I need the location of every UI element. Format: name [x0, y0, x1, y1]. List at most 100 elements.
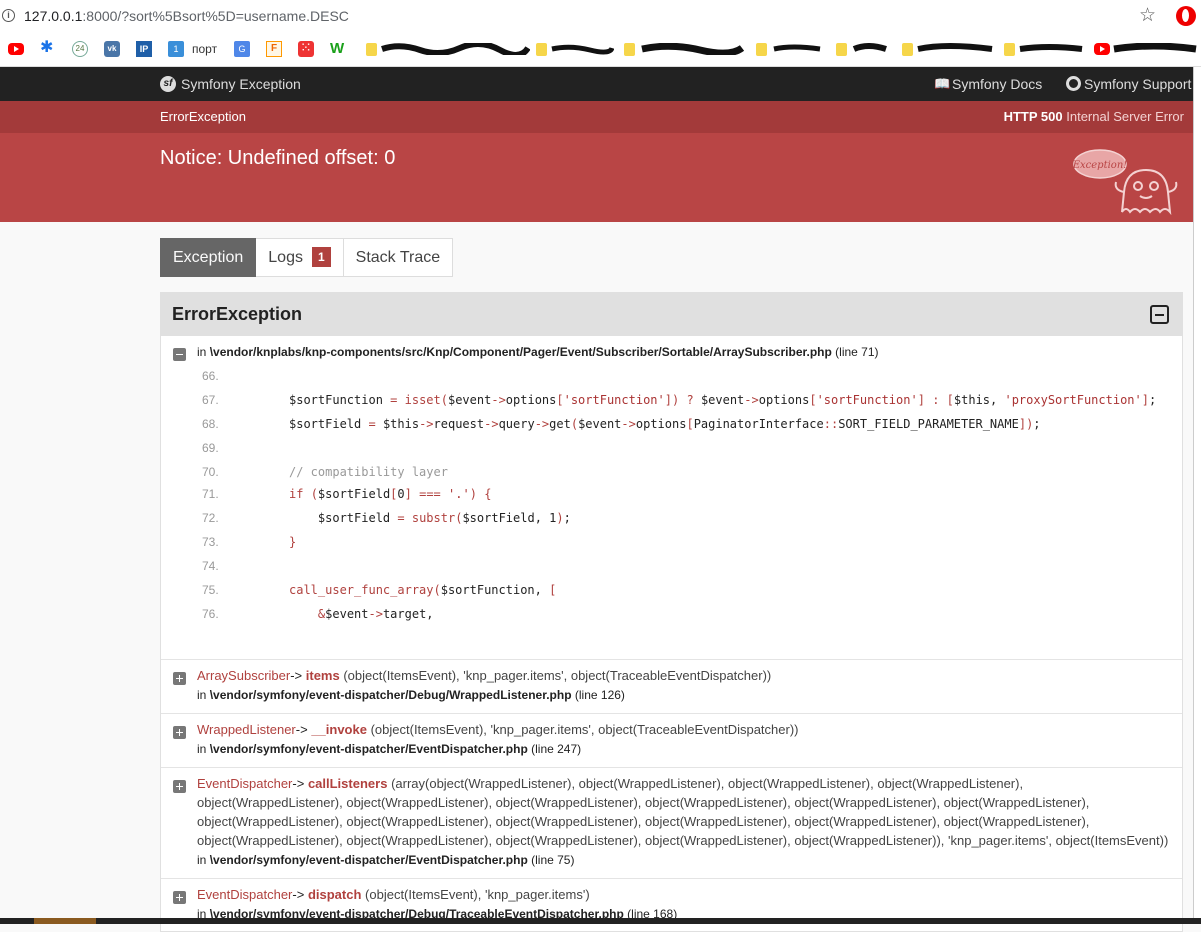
line-number: 73.: [202, 535, 219, 549]
book-icon[interactable]: 📖: [934, 76, 950, 92]
lifebuoy-icon[interactable]: [1066, 76, 1081, 91]
tab-logs-label: Logs: [268, 249, 303, 266]
trace-class: WrappedListener: [197, 722, 296, 737]
trace-function: __invoke: [311, 722, 367, 737]
panel-header: ErrorException: [161, 293, 1182, 336]
exception-panel: ErrorException in \vendor/knplabs/knp-co…: [160, 292, 1183, 932]
youtube-icon[interactable]: [8, 43, 24, 55]
line-number: 75.: [202, 583, 219, 597]
folder-icon[interactable]: [1004, 43, 1015, 56]
trace-class: EventDispatcher: [197, 776, 293, 791]
trace-file: \vendor/symfony/event-dispatcher/EventDi…: [209, 853, 528, 867]
line-number: 67.: [202, 393, 219, 407]
trace-file: \vendor/symfony/event-dispatcher/EventDi…: [209, 742, 528, 756]
trace-call: ArraySubscriber-> items (object(ItemsEve…: [197, 668, 772, 702]
ghost-label: Exception!: [1072, 160, 1128, 171]
header-title: Symfony Exception: [181, 76, 301, 92]
line-number: 71.: [202, 487, 219, 501]
f-icon[interactable]: F: [266, 41, 282, 57]
trace-item: EventDispatcher-> callListeners (array(o…: [161, 767, 1182, 879]
code-text: $sortField = $this->request->query->get(…: [289, 417, 1041, 431]
redacted-scribble: [852, 43, 887, 52]
redacted-scribble: [551, 44, 614, 55]
dice-icon[interactable]: [298, 39, 314, 57]
info-icon[interactable]: i: [2, 9, 15, 22]
scrollbar-track[interactable]: [1193, 67, 1201, 924]
url-host: 127.0.0.1: [24, 8, 83, 24]
trace-call: WrappedListener-> __invoke (object(Items…: [197, 722, 799, 756]
url-text[interactable]: 127.0.0.1:8000/?sort%5Bsort%5D=username.…: [24, 8, 349, 24]
folder-icon[interactable]: [366, 43, 377, 56]
ip-icon[interactable]: IP: [136, 41, 152, 57]
trace-function: callListeners: [307, 776, 388, 791]
folder-icon[interactable]: [624, 43, 635, 56]
exception-class: ErrorException: [160, 109, 246, 124]
w-icon[interactable]: W: [330, 41, 346, 57]
trace-item: ArraySubscriber-> items (object(ItemsEve…: [161, 659, 1182, 714]
expand-toggle-icon[interactable]: [173, 672, 186, 685]
code-text: if ($sortField[0] === '.') {: [289, 487, 492, 501]
trace-function: items: [305, 668, 340, 683]
folder-icon[interactable]: [536, 43, 547, 56]
taskbar-item[interactable]: [34, 918, 96, 924]
trace-line: (line 126): [574, 688, 625, 702]
vk-icon[interactable]: vk: [104, 41, 120, 57]
code-text: // compatibility layer: [289, 465, 448, 479]
bookmarks-bar: ✱ 24 vk IP 1 порт G F W: [0, 33, 1201, 67]
trace-file: \vendor/symfony/event-dispatcher/Debug/W…: [209, 688, 572, 702]
folder-icon[interactable]: [902, 43, 913, 56]
expand-toggle-icon[interactable]: [173, 891, 186, 904]
folder-icon[interactable]: [836, 43, 847, 56]
trace-class: EventDispatcher: [197, 887, 293, 902]
redacted-scribble: [917, 43, 993, 52]
exception-ghost-icon: Exception!: [1072, 149, 1178, 216]
trace-args: (object(ItemsEvent), 'knp_pager.items', …: [370, 722, 799, 737]
trace-location: in \vendor/symfony/event-dispatcher/Debu…: [197, 688, 625, 702]
url-path: :8000/?sort%5Bsort%5D=username.DESC: [82, 8, 349, 24]
line-number: 72.: [202, 511, 219, 525]
line-number: 68.: [202, 417, 219, 431]
line-number: 74.: [202, 559, 219, 573]
trace-file: \vendor/knplabs/knp-components/src/Knp/C…: [209, 345, 832, 359]
symfony-support-link[interactable]: Symfony Support: [1084, 76, 1191, 92]
panel-title: ErrorException: [172, 304, 303, 324]
expand-toggle-icon[interactable]: [173, 780, 186, 793]
code-text: $sortFunction = isset($event->options['s…: [289, 393, 1157, 407]
tab-exception[interactable]: Exception: [160, 238, 257, 277]
trace-call: EventDispatcher-> callListeners (array(o…: [197, 776, 1169, 867]
trace-function: dispatch: [307, 887, 362, 902]
code-text: $sortField = substr($sortField, 1);: [317, 511, 571, 525]
status-text: Internal Server Error: [1066, 109, 1184, 124]
expand-toggle-icon[interactable]: [173, 726, 186, 739]
code-text: call_user_func_array($sortFunction, [: [289, 583, 557, 597]
trace-item-expanded: in \vendor/knplabs/knp-components/src/Kn…: [161, 336, 1182, 660]
tab-logs[interactable]: Logs 1: [256, 238, 344, 277]
collapse-all-button[interactable]: [1150, 305, 1169, 324]
trace-location: in \vendor/symfony/event-dispatcher/Even…: [197, 742, 582, 756]
status-code: HTTP 500: [1003, 109, 1063, 124]
symfony-docs-link[interactable]: Symfony Docs: [952, 76, 1042, 92]
browser-address-bar[interactable]: i 127.0.0.1:8000/?sort%5Bsort%5D=usernam…: [0, 0, 1201, 34]
bookmark-1-icon[interactable]: 1: [168, 41, 184, 57]
trace-args: (object(ItemsEvent), 'knp_pager.items', …: [343, 668, 772, 683]
error-message: Notice: Undefined offset: 0: [160, 147, 396, 169]
error-summary-bar: ErrorException HTTP 500 Internal Server …: [0, 101, 1193, 133]
bookmark-star-icon[interactable]: ☆: [1139, 4, 1156, 27]
tab-stack-trace[interactable]: Stack Trace: [343, 238, 454, 277]
collapse-toggle-icon[interactable]: [173, 348, 186, 361]
bookmark-port-label[interactable]: порт: [192, 42, 217, 56]
clock-24-icon[interactable]: 24: [72, 41, 88, 57]
opera-icon[interactable]: [1176, 6, 1196, 26]
http-status: HTTP 500 Internal Server Error: [1004, 109, 1184, 124]
youtube-icon[interactable]: [1094, 43, 1110, 55]
line-number: 76.: [202, 607, 219, 621]
star-bookmark-icon[interactable]: ✱: [40, 40, 56, 56]
trace-args: (object(ItemsEvent), 'knp_pager.items'): [365, 887, 590, 902]
symfony-logo-icon: sf: [160, 76, 176, 92]
folder-icon[interactable]: [756, 43, 767, 56]
translate-icon[interactable]: G: [234, 41, 250, 57]
line-number: 69.: [202, 441, 219, 455]
trace-item: WrappedListener-> __invoke (object(Items…: [161, 713, 1182, 768]
trace-class: ArraySubscriber: [197, 668, 291, 683]
trace-line: (line 71): [835, 345, 879, 359]
